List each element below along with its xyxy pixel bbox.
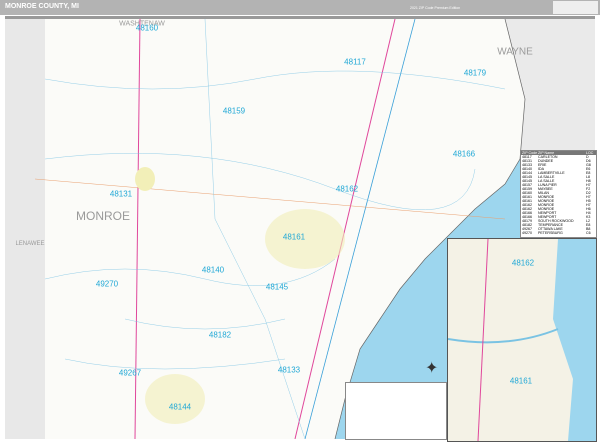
zip-code-table: ZIP Code ZIP Name LOC 48117 CARLETON D 4813… [520,150,597,238]
monroe-city-inset: 48162 48161 [447,238,597,442]
table-cell: 49270 [522,231,532,235]
zip-label: 48133 [277,365,301,375]
county-label-lenawee: LENAWEE [15,241,45,247]
zip-label: 48140 [201,265,225,275]
zip-label: 49267 [118,368,142,378]
table-cell: PETERSBURG [538,231,563,235]
lenawee-area [5,19,45,439]
zip-label: 48162 [335,184,359,194]
zip-label: 48179 [463,68,487,78]
zip-label: 48182 [208,330,232,340]
zip-label: 48145 [265,282,289,292]
zip-label: 48144 [168,402,192,412]
county-label-wayne: WAYNE [497,46,533,58]
zip-label: 48159 [222,106,246,116]
map-header: MONROE COUNTY, MI 2021 ZIP Code Premium … [0,0,600,15]
zip-label: 48117 [344,57,366,67]
zip-label: 48161 [282,232,306,242]
zip-label: 48160 [135,23,159,33]
publisher-logo [553,1,598,14]
inset-map [448,239,596,441]
north-arrow-icon: ✦ [425,360,439,377]
edition-label: 2021 ZIP Code Premium Edition [410,6,461,10]
table-cell: C6 [586,231,591,235]
map-title: MONROE COUNTY, MI [5,3,79,10]
zip-label: 48131 [109,189,133,199]
zip-label: 49270 [95,279,119,289]
inset-zip-label: 48161 [509,376,533,386]
inset-zip-label: 48162 [511,258,535,268]
table-row: 49270 PETERSBURG C6 [521,231,596,235]
county-label-monroe: MONROE [76,209,130,223]
zip-label: 48166 [452,149,476,159]
map-legend [345,382,447,440]
